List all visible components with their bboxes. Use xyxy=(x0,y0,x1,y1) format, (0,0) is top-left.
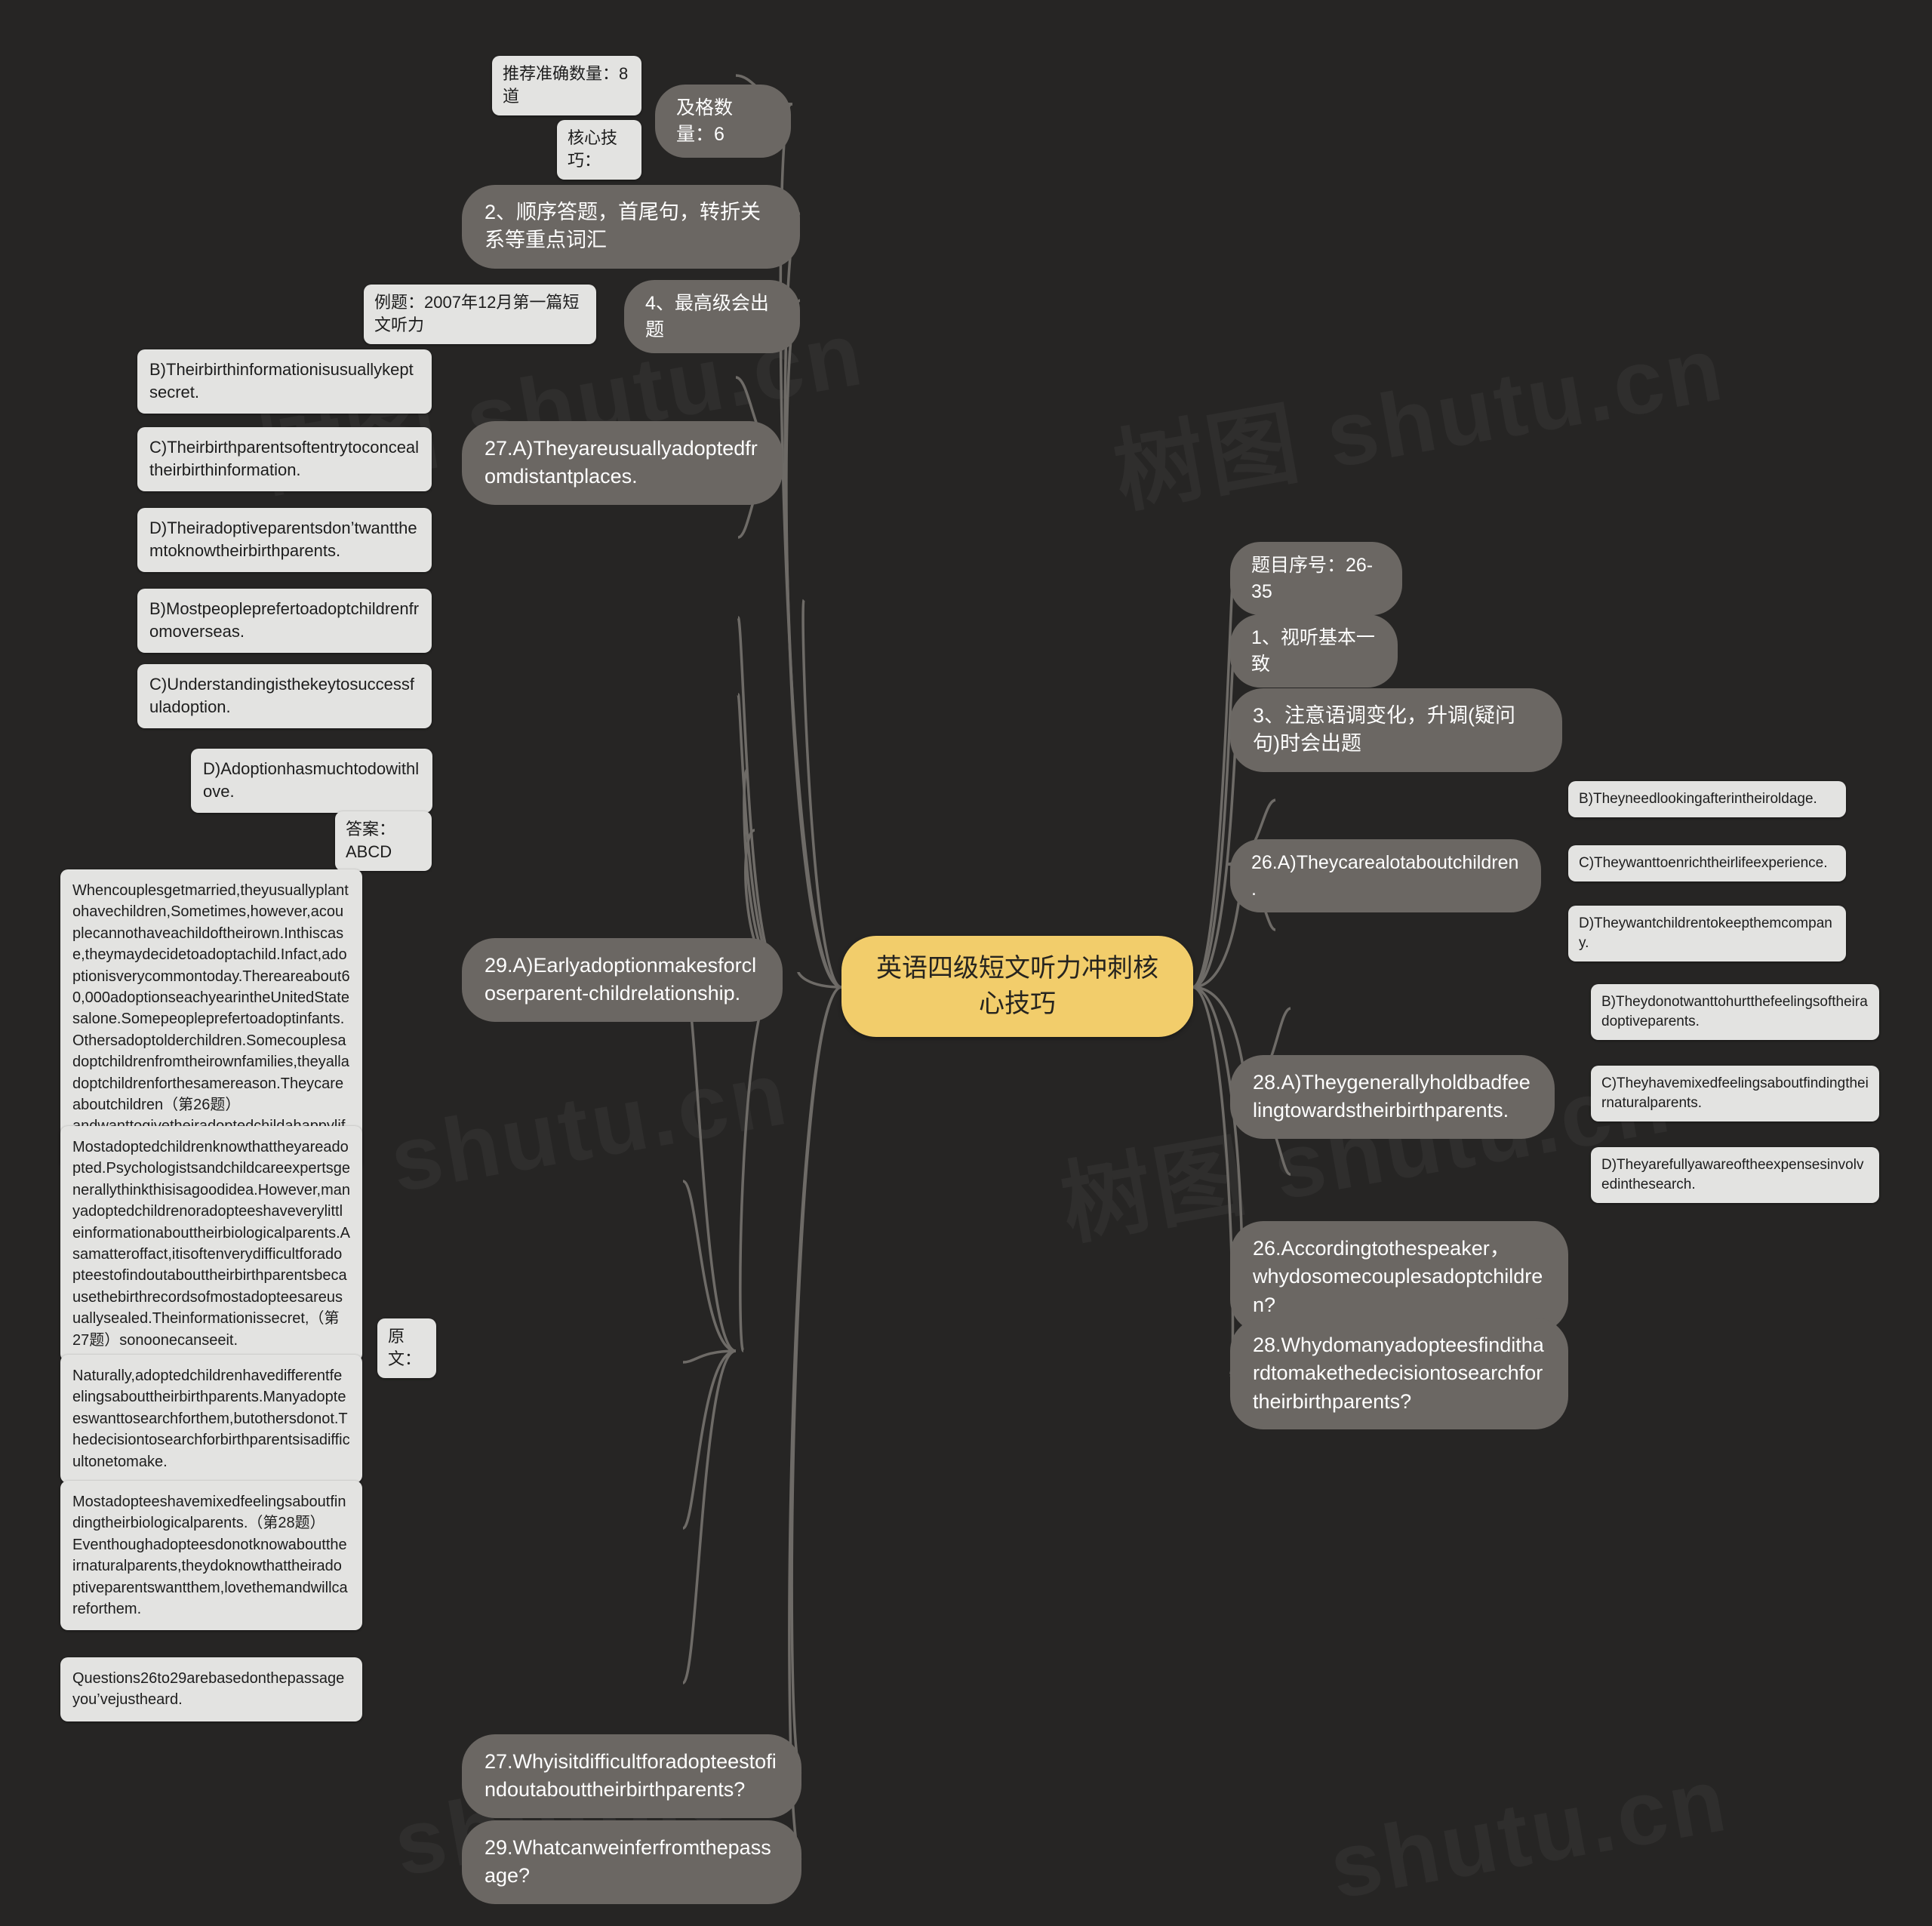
leaf-transcript-paragraph[interactable]: Mostadopteeshavemixedfeelingsaboutfindin… xyxy=(60,1481,362,1631)
branch-item-number[interactable]: 题目序号：26-35 xyxy=(1230,542,1402,615)
mindmap-canvas: 树图 shutu.cn 树图 shutu.cn 树图 shutu.cn 树图 s… xyxy=(0,0,1932,1926)
leaf-transcript-paragraph[interactable]: Whencouplesgetmarried,theyusuallyplantoh… xyxy=(60,869,362,1170)
leaf-transcript-paragraph[interactable]: Naturally,adoptedchildrenhavedifferentfe… xyxy=(60,1355,362,1483)
leaf-example-question[interactable]: 例题：2007年12月第一篇短文听力 xyxy=(364,285,596,344)
leaf-option-26-c[interactable]: C)Theywanttoenrichtheirlifeexperience. xyxy=(1568,845,1846,882)
leaf-transcript-paragraph[interactable]: Questions26to29arebasedonthepassageyou’v… xyxy=(60,1657,362,1721)
branch-tip-2[interactable]: 2、顺序答题，首尾句，转折关系等重点词汇 xyxy=(462,185,800,269)
branch-tip-3[interactable]: 3、注意语调变化，升调(疑问句)时会出题 xyxy=(1230,688,1562,772)
leaf-option-26-b[interactable]: B)Theyneedlookingafterintheiroldage. xyxy=(1568,781,1846,818)
branch-answer-27[interactable]: 27.A)Theyareusuallyadoptedfromdistantpla… xyxy=(462,421,783,505)
branch-answer-28[interactable]: 28.A)Theygenerallyholdbadfeelingtowardst… xyxy=(1230,1055,1555,1139)
branch-tip-1[interactable]: 1、视听基本一致 xyxy=(1230,614,1398,688)
leaf-option-27-c[interactable]: C)Theirbirthparentsoftentrytoconcealthei… xyxy=(137,427,432,491)
branch-question-29[interactable]: 29.Whatcanweinferfromthepassage? xyxy=(462,1820,801,1904)
leaf-option-28-b[interactable]: B)Theydonotwanttohurtthefeelingsoftheira… xyxy=(1591,984,1879,1041)
leaf-transcript-paragraph[interactable]: Mostadoptedchildrenknowthattheyareadopte… xyxy=(60,1126,362,1361)
leaf-recommended-correct-count[interactable]: 推荐准确数量：8道 xyxy=(492,56,641,115)
leaf-option-29-b[interactable]: B)Mostpeopleprefertoadoptchildrenfromove… xyxy=(137,589,432,653)
leaf-option-29-d[interactable]: D)Adoptionhasmuchtodowithlove. xyxy=(191,749,432,813)
leaf-option-28-d[interactable]: D)Theyarefullyawareoftheexpensesinvolved… xyxy=(1591,1147,1879,1204)
leaf-answer-key[interactable]: 答案：ABCD xyxy=(335,811,432,871)
branch-answer-29[interactable]: 29.A)Earlyadoptionmakesforcloserparent-c… xyxy=(462,938,783,1022)
watermark: shutu.cn xyxy=(1322,1747,1736,1919)
leaf-option-27-d[interactable]: D)Theiradoptiveparentsdon’twantthemtokno… xyxy=(137,508,432,572)
branch-question-28[interactable]: 28.Whydomanyadopteesfindithardtomakethed… xyxy=(1230,1318,1568,1429)
leaf-core-skills[interactable]: 核心技巧： xyxy=(557,120,641,180)
watermark: 树图 shutu.cn xyxy=(1103,294,1733,531)
branch-answer-26[interactable]: 26.A)Theycarealotaboutchildren. xyxy=(1230,839,1541,912)
leaf-option-26-d[interactable]: D)Theywantchildrentokeepthemcompany. xyxy=(1568,906,1846,962)
leaf-transcript-label[interactable]: 原文： xyxy=(377,1318,436,1378)
branch-question-27[interactable]: 27.Whyisitdifficultforadopteestofindouta… xyxy=(462,1734,801,1818)
root-node[interactable]: 英语四级短文听力冲刺核心技巧 xyxy=(841,936,1193,1037)
leaf-option-29-c[interactable]: C)Understandingisthekeytosuccessfuladopt… xyxy=(137,664,432,728)
leaf-option-27-b[interactable]: B)Theirbirthinformationisusuallykeptsecr… xyxy=(137,349,432,414)
branch-pass-count[interactable]: 及格数量：6 xyxy=(655,85,791,158)
branch-tip-4[interactable]: 4、最高级会出题 xyxy=(624,280,800,353)
branch-question-26[interactable]: 26.Accordingtothespeaker，whydosomecouple… xyxy=(1230,1221,1568,1333)
leaf-option-28-c[interactable]: C)Theyhavemixedfeelingsaboutfindingtheir… xyxy=(1591,1066,1879,1122)
